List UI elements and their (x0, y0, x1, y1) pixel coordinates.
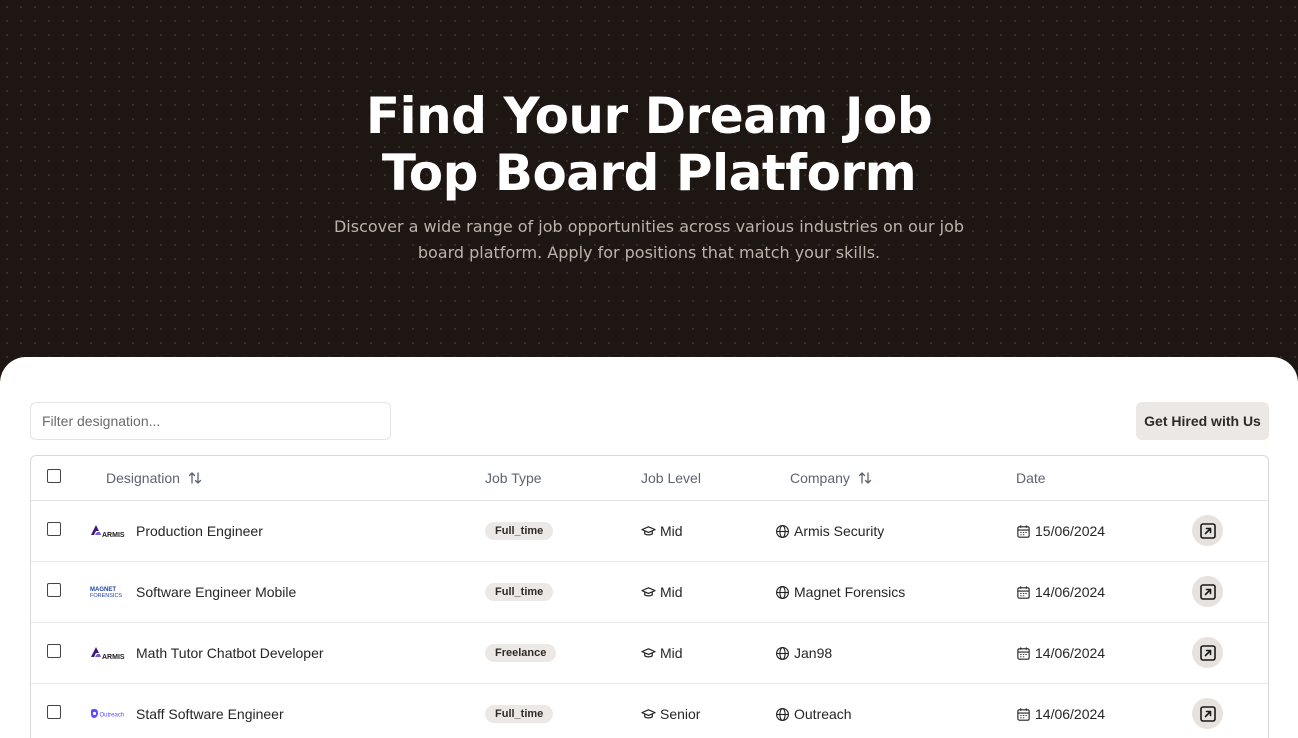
open-job-button[interactable] (1192, 515, 1223, 546)
job-type-cell: Full_time (485, 501, 554, 561)
graduation-cap-icon (641, 525, 656, 536)
graduation-cap-icon (641, 586, 656, 597)
sort-icon[interactable] (858, 471, 872, 485)
designation-cell: Outreach Staff Software Engineer (90, 684, 284, 738)
outreach-logo-icon: Outreach (90, 706, 128, 722)
header-job-type-label: Job Type (485, 470, 542, 486)
graduation-cap-icon (641, 708, 656, 719)
designation-cell: ARMIS Production Engineer (90, 501, 263, 561)
company-cell: Jan98 (775, 623, 832, 683)
logo-text: ARMIS (102, 654, 125, 661)
job-level-text: Mid (660, 645, 683, 661)
filter-designation-input[interactable] (30, 402, 391, 440)
header-designation[interactable]: Designation (106, 470, 202, 486)
job-type-cell: Full_time (485, 562, 554, 622)
table-header: Designation Job Type Job Level Company D… (31, 456, 1268, 501)
external-link-icon (1199, 644, 1216, 661)
magnet-forensics-logo-icon: MAGNET FORENSICS (90, 584, 128, 600)
job-type-badge: Freelance (485, 644, 557, 662)
job-type-badge: Full_time (485, 705, 554, 723)
job-type-cell: Freelance (485, 623, 557, 683)
jobs-table: Designation Job Type Job Level Company D… (30, 455, 1269, 738)
job-level-text: Mid (660, 584, 683, 600)
job-type-badge: Full_time (485, 522, 554, 540)
globe-icon (776, 585, 789, 599)
designation-text[interactable]: Production Engineer (136, 523, 263, 539)
row-checkbox[interactable] (47, 644, 61, 658)
company-cell: Armis Security (775, 501, 884, 561)
company-text: Outreach (794, 706, 852, 722)
table-row: MAGNET FORENSICS Software Engineer Mobil… (31, 562, 1268, 623)
date-cell: 15/06/2024 (1016, 501, 1105, 561)
date-text: 15/06/2024 (1035, 523, 1106, 539)
svg-text:FORENSICS: FORENSICS (90, 593, 122, 599)
job-level-cell: Mid (641, 562, 683, 622)
get-hired-button[interactable]: Get Hired with Us (1136, 402, 1269, 440)
hero-title-line2: Top Board Platform (381, 144, 917, 202)
jobs-panel: Get Hired with Us Designation Job Type J… (0, 357, 1298, 738)
globe-icon (776, 646, 789, 660)
hero-title: Find Your Dream Job Top Board Platform (0, 88, 1298, 202)
date-cell: 14/06/2024 (1016, 623, 1105, 683)
job-level-cell: Mid (641, 623, 683, 683)
company-text: Armis Security (794, 523, 885, 539)
table-row: Outreach Staff Software Engineer Full_ti… (31, 684, 1268, 738)
header-company-label: Company (790, 470, 850, 486)
header-job-type: Job Type (485, 470, 542, 486)
company-text: Jan98 (794, 645, 833, 661)
job-level-cell: Senior (641, 684, 700, 738)
logo-text: ARMIS (102, 532, 125, 539)
table-row: ARMIS Math Tutor Chatbot Developer Freel… (31, 623, 1268, 684)
armis-logo-icon: ARMIS (90, 645, 128, 661)
date-text: 14/06/2024 (1035, 584, 1106, 600)
calendar-icon (1017, 707, 1030, 721)
date-text: 14/06/2024 (1035, 645, 1106, 661)
external-link-icon (1199, 583, 1216, 600)
logo-text: Outreach (100, 713, 125, 719)
job-level-cell: Mid (641, 501, 683, 561)
external-link-icon (1199, 522, 1216, 539)
open-job-button[interactable] (1192, 637, 1223, 668)
table-row: ARMIS Production Engineer Full_time Mid (31, 501, 1268, 562)
row-checkbox[interactable] (47, 522, 61, 536)
job-type-badge: Full_time (485, 583, 554, 601)
job-level-text: Senior (660, 706, 701, 722)
designation-text[interactable]: Staff Software Engineer (136, 706, 284, 722)
date-text: 14/06/2024 (1035, 706, 1106, 722)
hero-title-line1: Find Your Dream Job (365, 87, 933, 145)
job-type-cell: Full_time (485, 684, 554, 738)
row-checkbox[interactable] (47, 705, 61, 719)
select-all-checkbox[interactable] (47, 469, 61, 483)
job-level-text: Mid (660, 523, 683, 539)
hero-section: Find Your Dream Job Top Board Platform D… (0, 0, 1298, 380)
header-date-label: Date (1016, 470, 1046, 486)
globe-icon (776, 524, 789, 538)
calendar-icon (1017, 585, 1030, 599)
header-job-level-label: Job Level (641, 470, 701, 486)
external-link-icon (1199, 705, 1216, 722)
header-date: Date (1016, 470, 1046, 486)
designation-cell: MAGNET FORENSICS Software Engineer Mobil… (90, 562, 296, 622)
designation-text[interactable]: Math Tutor Chatbot Developer (136, 645, 324, 661)
company-cell: Outreach (775, 684, 852, 738)
calendar-icon (1017, 646, 1030, 660)
row-checkbox[interactable] (47, 583, 61, 597)
designation-cell: ARMIS Math Tutor Chatbot Developer (90, 623, 324, 683)
open-job-button[interactable] (1192, 576, 1223, 607)
open-job-button[interactable] (1192, 698, 1223, 729)
hero-subtitle: Discover a wide range of job opportuniti… (333, 217, 965, 262)
armis-logo-icon: ARMIS (90, 523, 128, 539)
header-job-level: Job Level (641, 470, 701, 486)
company-text: Magnet Forensics (794, 584, 906, 600)
header-designation-label: Designation (106, 470, 180, 486)
designation-text[interactable]: Software Engineer Mobile (136, 584, 296, 600)
header-company[interactable]: Company (790, 470, 872, 486)
calendar-icon (1017, 524, 1030, 538)
sort-icon[interactable] (188, 471, 202, 485)
date-cell: 14/06/2024 (1016, 562, 1105, 622)
globe-icon (776, 707, 789, 721)
company-cell: Magnet Forensics (775, 562, 905, 622)
date-cell: 14/06/2024 (1016, 684, 1105, 738)
graduation-cap-icon (641, 647, 656, 658)
